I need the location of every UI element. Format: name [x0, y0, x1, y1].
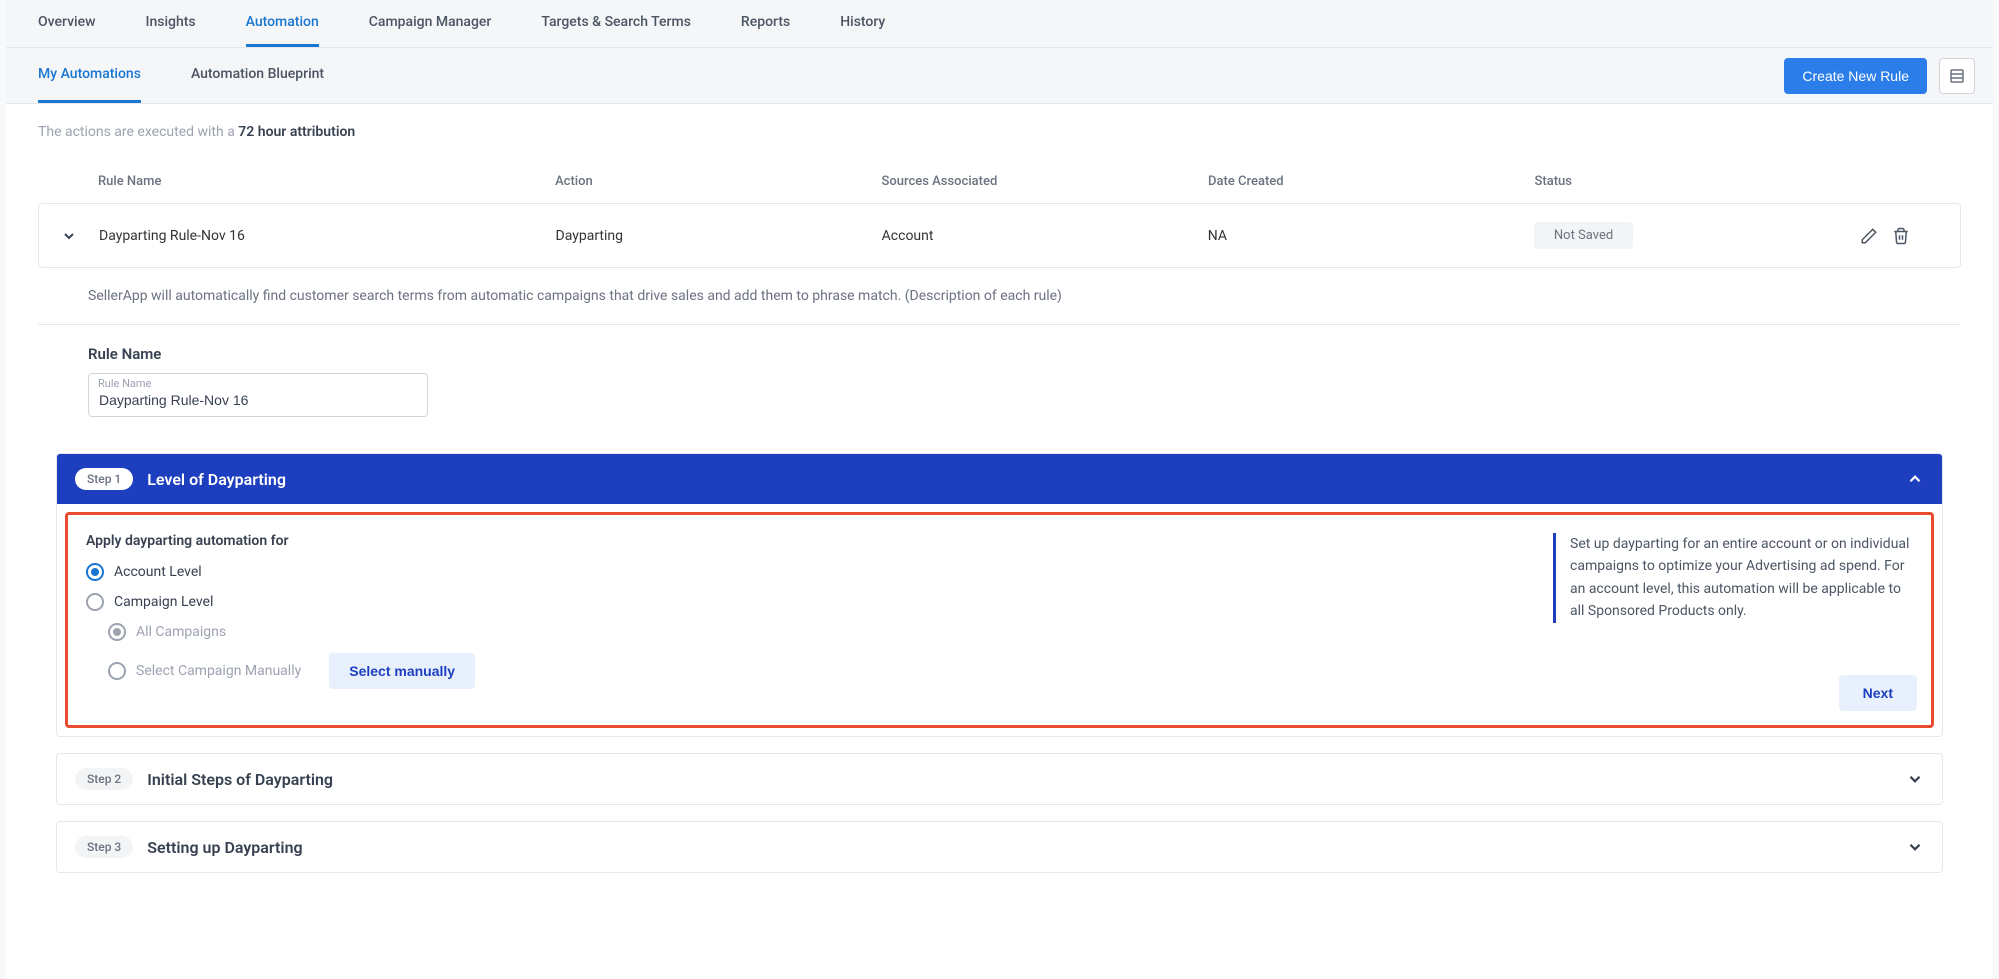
tab-overview[interactable]: Overview	[38, 0, 95, 47]
trash-icon	[1892, 227, 1910, 245]
radio-account-level[interactable]: Account Level	[86, 563, 1533, 581]
table-row: Dayparting Rule-Nov 16 Dayparting Accoun…	[38, 203, 1961, 268]
radio-icon	[108, 662, 126, 680]
cell-sources: Account	[882, 228, 1208, 244]
chevron-up-icon	[1906, 470, 1924, 488]
next-button[interactable]: Next	[1839, 675, 1917, 711]
table-header: Rule Name Action Sources Associated Date…	[38, 160, 1961, 203]
status-badge: Not Saved	[1534, 222, 1633, 249]
subtab-automation-blueprint[interactable]: Automation Blueprint	[191, 48, 324, 103]
radio-icon	[108, 623, 126, 641]
step-1-title: Level of Dayparting	[147, 470, 1892, 489]
step-2-title: Initial Steps of Dayparting	[147, 770, 1892, 789]
radio-campaign-level[interactable]: Campaign Level	[86, 593, 1533, 611]
list-icon-button[interactable]	[1939, 58, 1975, 94]
cell-date-created: NA	[1208, 228, 1534, 244]
sub-tabs-row: My Automations Automation Blueprint Crea…	[6, 48, 1993, 104]
tab-reports[interactable]: Reports	[741, 0, 790, 47]
select-manually-button[interactable]: Select manually	[329, 653, 475, 689]
col-status: Status	[1535, 174, 1861, 189]
rules-table: Rule Name Action Sources Associated Date…	[6, 160, 1993, 268]
dayparting-level-heading: Apply dayparting automation for	[86, 533, 1533, 549]
row-expand-toggle[interactable]	[39, 228, 99, 244]
step-2-chip: Step 2	[75, 768, 133, 790]
chevron-down-icon	[1906, 838, 1924, 856]
rule-name-heading: Rule Name	[88, 345, 1911, 363]
radio-account-label: Account Level	[114, 564, 202, 580]
radio-select-manually[interactable]: Select Campaign Manually Select manually	[108, 653, 1533, 689]
subtab-my-automations[interactable]: My Automations	[38, 48, 141, 103]
radio-all-campaigns[interactable]: All Campaigns	[108, 623, 1533, 641]
rule-name-section: Rule Name Rule Name	[38, 325, 1961, 437]
radio-icon	[86, 593, 104, 611]
radio-campaign-label: Campaign Level	[114, 594, 213, 610]
chevron-down-icon	[61, 228, 77, 244]
step-1-chip: Step 1	[75, 468, 133, 490]
tab-history[interactable]: History	[840, 0, 885, 47]
step-1-header[interactable]: Step 1 Level of Dayparting	[57, 454, 1942, 504]
step-2-panel: Step 2 Initial Steps of Dayparting	[56, 753, 1943, 805]
step-3-panel: Step 3 Setting up Dayparting	[56, 821, 1943, 873]
rule-name-float-label: Rule Name	[98, 377, 151, 390]
tab-insights[interactable]: Insights	[145, 0, 195, 47]
col-sources: Sources Associated	[882, 174, 1208, 189]
create-new-rule-button[interactable]: Create New Rule	[1784, 58, 1927, 94]
col-date-created: Date Created	[1208, 174, 1534, 189]
rule-description: SellerApp will automatically find custom…	[38, 268, 1961, 325]
step-1-info: Set up dayparting for an entire account …	[1553, 533, 1913, 623]
col-rule-name: Rule Name	[98, 174, 555, 189]
tab-automation[interactable]: Automation	[246, 0, 319, 47]
col-action: Action	[555, 174, 881, 189]
tab-targets-search-terms[interactable]: Targets & Search Terms	[541, 0, 691, 47]
top-tabs: Overview Insights Automation Campaign Ma…	[6, 0, 1993, 48]
chevron-down-icon	[1906, 770, 1924, 788]
cell-rule-name: Dayparting Rule-Nov 16	[99, 228, 556, 244]
step-3-header[interactable]: Step 3 Setting up Dayparting	[57, 822, 1942, 872]
edit-row-button[interactable]	[1860, 227, 1878, 245]
pencil-icon	[1860, 227, 1878, 245]
radio-select-manually-label: Select Campaign Manually	[136, 663, 301, 679]
step-3-title: Setting up Dayparting	[147, 838, 1892, 857]
radio-all-campaigns-label: All Campaigns	[136, 624, 226, 640]
radio-icon	[86, 563, 104, 581]
cell-action: Dayparting	[556, 228, 882, 244]
tab-campaign-manager[interactable]: Campaign Manager	[369, 0, 492, 47]
step-1-panel: Step 1 Level of Dayparting Apply daypart…	[56, 453, 1943, 737]
attribution-note: The actions are executed with a 72 hour …	[6, 104, 1993, 160]
step-2-header[interactable]: Step 2 Initial Steps of Dayparting	[57, 754, 1942, 804]
delete-row-button[interactable]	[1892, 227, 1910, 245]
step-1-body: Apply dayparting automation for Account …	[65, 512, 1934, 728]
list-icon	[1949, 68, 1965, 84]
step-3-chip: Step 3	[75, 836, 133, 858]
